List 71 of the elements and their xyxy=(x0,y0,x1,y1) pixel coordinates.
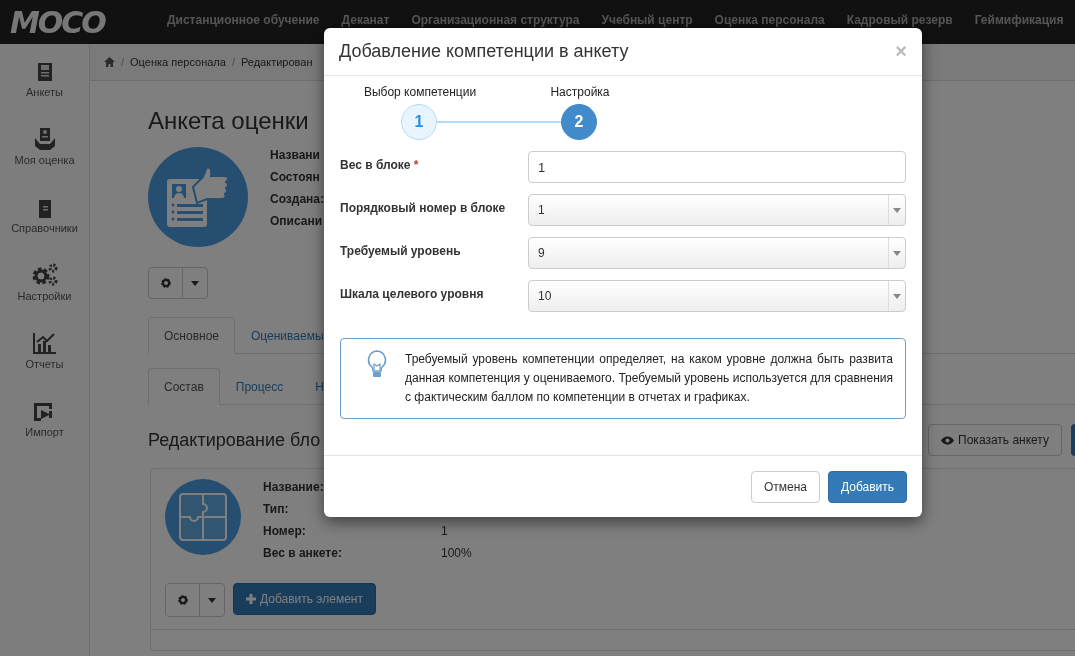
step-label: Настройка xyxy=(549,85,611,99)
nav-item[interactable]: Оценка персонала xyxy=(703,13,836,27)
sidebar-item[interactable]: Настройки xyxy=(17,290,72,302)
step-circle[interactable]: 1 xyxy=(401,104,437,140)
nav-item[interactable]: Геймификация xyxy=(963,13,1075,27)
field-label: Порядковый номер в блоке xyxy=(340,200,507,215)
person-icon xyxy=(34,128,55,150)
sidebar-item[interactable]: Импорт xyxy=(25,426,64,438)
tab[interactable]: Основное xyxy=(148,317,235,354)
tab[interactable]: Оцениваемы xyxy=(235,317,325,354)
add-element-button[interactable]: Добавить элемент xyxy=(233,583,376,615)
page-title: Анкета оценки xyxy=(148,107,309,134)
nav-item[interactable]: Организационная структура xyxy=(400,13,591,27)
select-field[interactable]: 1 xyxy=(528,194,906,226)
sidebar-item[interactable]: Справочники xyxy=(11,222,78,234)
gear-icon xyxy=(176,594,189,606)
select-field[interactable]: 10 xyxy=(528,280,906,312)
field-label: Создана: xyxy=(270,192,324,207)
step-circle[interactable]: 2 xyxy=(561,104,597,140)
caret-icon xyxy=(893,293,901,299)
sidebar-item[interactable]: Моя оценка xyxy=(14,154,75,166)
field-value: 100% xyxy=(441,546,472,561)
field-label: Шкала целевого уровня xyxy=(340,286,485,301)
book-icon xyxy=(36,62,53,82)
logo[interactable]: MOCO xyxy=(10,4,156,40)
caret-icon xyxy=(208,597,216,603)
primary-button[interactable] xyxy=(1071,424,1075,456)
field-label: Описани xyxy=(270,214,324,229)
nav-item[interactable]: Учебный центр xyxy=(590,13,704,27)
breadcrumb-item: Редактирован xyxy=(240,56,313,68)
input-field[interactable]: 1 xyxy=(528,151,906,183)
field-label: Требуемый уровень xyxy=(340,243,462,258)
breadcrumb-link[interactable]: Оценка персонала xyxy=(130,56,226,68)
breadcrumb-separator: / xyxy=(121,56,125,68)
field-label: Тип: xyxy=(263,502,290,517)
caret-icon xyxy=(191,280,199,286)
section-title: Редактирование бло xyxy=(148,429,321,451)
cancel-button[interactable]: Отмена xyxy=(750,471,820,503)
gear-icon xyxy=(159,277,172,289)
select-field[interactable]: 9 xyxy=(528,237,906,269)
plus-icon xyxy=(246,594,256,604)
field-label: Названи xyxy=(270,148,321,163)
field-label: Вес в блоке * xyxy=(340,157,420,172)
dialog-title: Добавление компетенции в анкету xyxy=(339,41,629,62)
add-button[interactable]: Добавить xyxy=(827,471,907,503)
field-label: Состоян xyxy=(270,170,321,185)
gears-icon xyxy=(30,262,59,286)
lightbulb-icon xyxy=(367,350,387,380)
tab[interactable]: Процесс xyxy=(219,368,300,405)
tab[interactable]: Н xyxy=(299,368,325,405)
field-label: Вес в анкете: xyxy=(263,546,343,561)
sidebar-item[interactable]: Анкеты xyxy=(25,86,63,98)
notebook-icon xyxy=(37,200,52,218)
home-icon[interactable] xyxy=(104,57,115,67)
field-value: 1 xyxy=(441,524,449,539)
show-questionnaire-button[interactable]: Показать анкету xyxy=(928,424,1062,456)
sidebar-item[interactable]: Отчеты xyxy=(25,358,64,370)
breadcrumb-separator: / xyxy=(231,56,235,68)
field-label: Название: xyxy=(263,480,325,495)
nav-item[interactable]: Дистанционное обучение xyxy=(156,13,331,27)
step-label: Выбор компетенции xyxy=(362,85,478,99)
caret-icon xyxy=(893,250,901,256)
info-text: Требуемый уровень компетенции определяет, на каком уровне должна быть развита данная компетенция у оцениваемого. Требуемый уровень используется для сравнения с фактическим баллом по компетенции в отчетах и графиках. xyxy=(405,351,893,406)
eye-icon xyxy=(941,435,955,445)
field-label: Номер: xyxy=(263,524,307,539)
close-button[interactable]: × xyxy=(895,40,907,63)
nav-item[interactable]: Деканат xyxy=(330,13,401,27)
nav-item[interactable]: Кадровый резерв xyxy=(835,13,964,27)
tab[interactable]: Состав xyxy=(148,368,220,405)
caret-icon xyxy=(893,207,901,213)
chart-icon xyxy=(32,332,57,354)
